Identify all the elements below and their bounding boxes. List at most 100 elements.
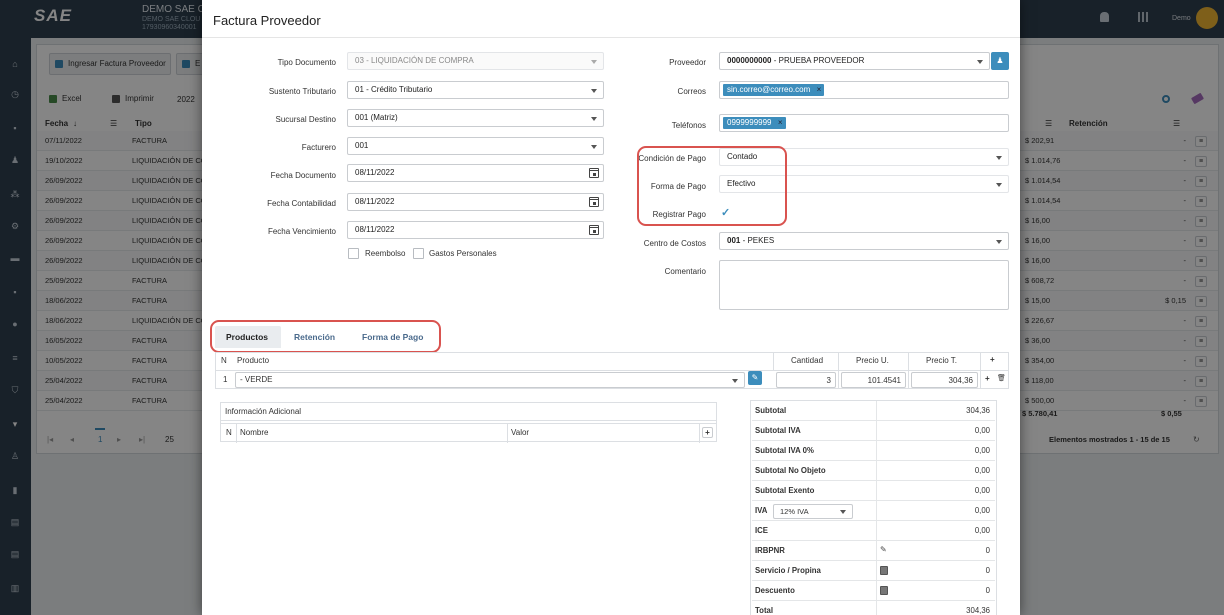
total-label: IVA <box>755 506 768 515</box>
centro-costos-code: 001 <box>727 236 741 245</box>
remove-tag-icon[interactable]: × <box>817 84 822 96</box>
correos-input[interactable]: sin.correo@correo.com × <box>719 81 1009 99</box>
telefonos-input[interactable]: 0999999999 × <box>719 114 1009 132</box>
grid-divider <box>876 521 877 541</box>
chevron-down-icon <box>591 145 597 149</box>
comentario-textarea[interactable] <box>719 260 1009 310</box>
grid-divider <box>876 581 877 601</box>
tipo-documento-label: Tipo Documento <box>277 58 336 67</box>
tipo-documento-value: 03 - LIQUIDACIÓN DE COMPRA <box>355 56 474 65</box>
total-row: Servicio / Propina 0 <box>752 561 995 581</box>
tab-retencion[interactable]: Retención <box>294 326 335 348</box>
precio-u-input[interactable]: 101.4541 <box>841 372 906 388</box>
sustento-select[interactable]: 01 - Crédito Tributario <box>347 81 604 99</box>
precio-u-value: 101.4541 <box>867 376 901 385</box>
fecha-vencimiento-input[interactable]: 08/11/2022 <box>347 221 604 239</box>
sustento-label: Sustento Tributario <box>268 87 336 96</box>
pencil-icon[interactable]: ✎ <box>880 545 887 554</box>
correo-tag-text: sin.correo@correo.com <box>727 85 811 94</box>
proveedor-code: 0000000000 <box>727 56 772 65</box>
total-row: Total 304,36 <box>752 601 995 615</box>
correos-label: Correos <box>677 87 706 96</box>
chevron-down-icon <box>996 183 1002 187</box>
gastos-personales-checkbox[interactable] <box>413 248 424 259</box>
correo-tag[interactable]: sin.correo@correo.com × <box>723 84 825 96</box>
iva-select-value: 12% IVA <box>780 507 809 516</box>
calendar-icon[interactable] <box>589 225 599 235</box>
sustento-value: 01 - Crédito Tributario <box>355 85 433 94</box>
factura-proveedor-modal: Factura Proveedor Tipo Documento 03 - LI… <box>202 0 1020 615</box>
total-row: Subtotal 304,36 <box>752 401 995 421</box>
add-row-icon[interactable]: + <box>985 374 990 383</box>
fecha-documento-input[interactable]: 08/11/2022 <box>347 164 604 182</box>
fecha-vencimiento-label: Fecha Vencimiento <box>267 227 336 236</box>
total-row: IRBPNR ✎ 0 <box>752 541 995 561</box>
add-info-button[interactable]: + <box>702 427 713 438</box>
total-value: 0,00 <box>974 466 990 475</box>
total-value: 0,00 <box>974 506 990 515</box>
grid-divider <box>980 353 981 388</box>
grid-divider <box>773 353 774 370</box>
iva-select[interactable]: 12% IVA <box>773 504 853 519</box>
total-row: Subtotal No Objeto 0,00 <box>752 461 995 481</box>
chevron-down-icon <box>591 60 597 64</box>
total-label: ICE <box>755 526 768 535</box>
edit-product-button[interactable]: ✎ <box>748 371 762 385</box>
calendar-icon[interactable] <box>589 197 599 207</box>
total-label: Total <box>755 606 774 615</box>
grid-divider <box>838 353 839 388</box>
header-producto: Producto <box>237 356 270 365</box>
fecha-documento-value: 08/11/2022 <box>355 168 395 177</box>
facturero-select[interactable]: 001 <box>347 137 604 155</box>
fecha-contabilidad-input[interactable]: 08/11/2022 <box>347 193 604 211</box>
trash-icon[interactable]: 🗑 <box>997 374 1006 382</box>
grid-divider <box>876 441 877 461</box>
header-cantidad: Cantidad <box>791 356 824 365</box>
calculator-icon[interactable] <box>880 566 888 575</box>
product-select[interactable]: - VERDE <box>235 372 745 388</box>
proveedor-label: Proveedor <box>669 58 706 67</box>
total-label: Subtotal Exento <box>755 486 815 495</box>
total-value: 0 <box>985 546 990 555</box>
grid-divider <box>699 424 700 443</box>
header-n: N <box>221 356 227 365</box>
total-value: 0 <box>985 586 990 595</box>
grid-divider <box>876 501 877 521</box>
total-label: Descuento <box>755 586 795 595</box>
tab-productos[interactable]: Productos <box>226 326 268 348</box>
precio-t-value: 304,36 <box>948 376 973 385</box>
info-adicional-title: Información Adicional <box>225 407 302 416</box>
precio-t-input[interactable]: 304,36 <box>911 372 978 388</box>
cantidad-input[interactable]: 3 <box>776 372 836 388</box>
modal-title: Factura Proveedor <box>213 13 321 28</box>
calculator-icon[interactable] <box>880 586 888 595</box>
total-row: IVA 12% IVA 0,00 <box>752 501 995 521</box>
total-row: Subtotal IVA 0% 0,00 <box>752 441 995 461</box>
tipo-documento-select[interactable]: 03 - LIQUIDACIÓN DE COMPRA <box>347 52 604 70</box>
total-label: Subtotal IVA <box>755 426 801 435</box>
proveedor-select[interactable]: 0000000000 - PRUEBA PROVEEDOR <box>719 52 990 70</box>
comentario-label: Comentario <box>664 267 706 276</box>
reembolso-checkbox[interactable] <box>348 248 359 259</box>
centro-costos-name: - PEKES <box>740 236 775 245</box>
total-label: Subtotal IVA 0% <box>755 446 814 455</box>
telefono-tag[interactable]: 0999999999 × <box>723 117 786 129</box>
remove-tag-icon[interactable]: × <box>778 117 783 129</box>
calendar-icon[interactable] <box>589 168 599 178</box>
tab-forma-de-pago[interactable]: Forma de Pago <box>362 326 423 348</box>
centro-costos-select[interactable]: 001 - PEKES <box>719 232 1009 250</box>
header-precio-t: Precio T. <box>926 356 957 365</box>
fecha-contabilidad-label: Fecha Contabilidad <box>267 199 336 208</box>
grid-divider <box>876 421 877 441</box>
total-value: 0 <box>985 566 990 575</box>
proveedor-user-button[interactable]: ♟ <box>991 52 1009 70</box>
fecha-contabilidad-value: 08/11/2022 <box>355 197 395 206</box>
total-value: 304,36 <box>966 606 990 615</box>
chevron-down-icon <box>977 60 983 64</box>
add-row-icon[interactable]: + <box>990 355 995 364</box>
total-value: 0,00 <box>974 446 990 455</box>
grid-divider <box>236 424 237 443</box>
grid-divider <box>507 424 508 443</box>
sucursal-select[interactable]: 001 (Matriz) <box>347 109 604 127</box>
grid-divider <box>908 353 909 388</box>
